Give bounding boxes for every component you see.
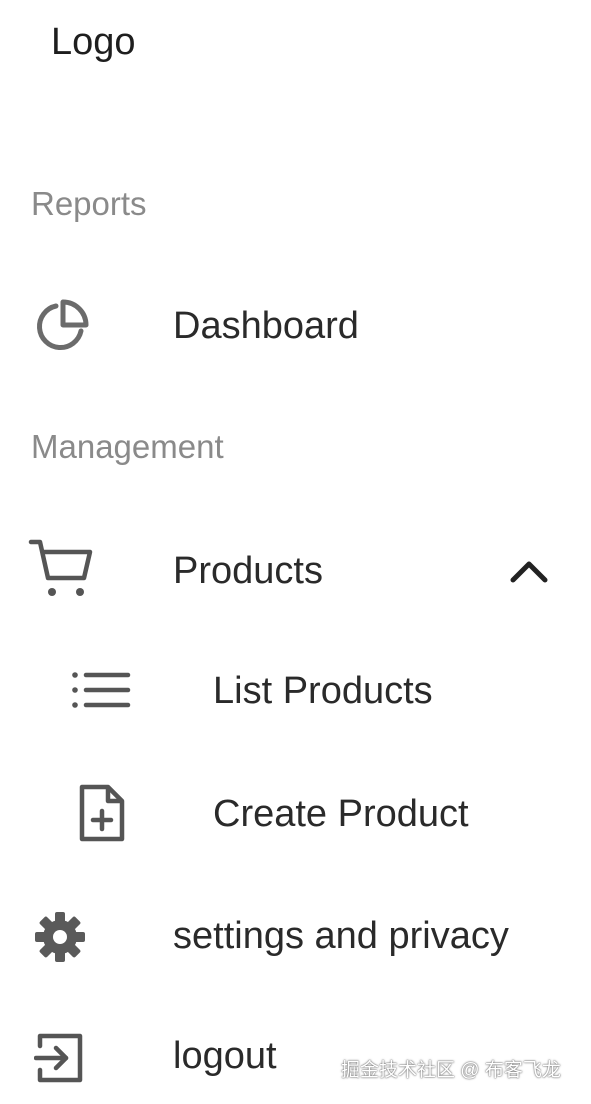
sidebar-nav: Logo Reports Dashboard Management Produc…: [0, 0, 591, 1102]
login-icon: [34, 1033, 83, 1083]
logo: Logo: [51, 21, 136, 63]
nav-item-dashboard[interactable]: Dashboard: [0, 278, 591, 374]
nav-item-products[interactable]: Products: [0, 522, 591, 618]
gear-icon: [35, 912, 85, 962]
watermark: 掘金技术社区 @ 布客飞龙: [341, 1060, 561, 1081]
nav-label-dashboard: Dashboard: [173, 305, 359, 347]
nav-label-products: Products: [173, 550, 323, 592]
nav-label-create-product: Create Product: [213, 793, 469, 835]
file-add-icon: [79, 784, 125, 842]
section-label-management: Management: [31, 428, 224, 465]
nav-item-settings-and-privacy[interactable]: settings and privacy: [0, 887, 591, 983]
nav-label-logout: logout: [173, 1035, 277, 1077]
nav-item-list-products[interactable]: List Products: [0, 643, 591, 739]
section-label-reports: Reports: [31, 185, 147, 222]
nav-label-list-products: List Products: [213, 670, 433, 712]
cart-icon: [28, 539, 93, 596]
nav-item-create-product[interactable]: Create Product: [0, 765, 591, 861]
nav-label-settings-and-privacy: settings and privacy: [173, 915, 509, 957]
pie-chart-icon: [37, 299, 89, 350]
list-icon: [72, 672, 131, 708]
chevron-up-icon[interactable]: [508, 556, 550, 586]
